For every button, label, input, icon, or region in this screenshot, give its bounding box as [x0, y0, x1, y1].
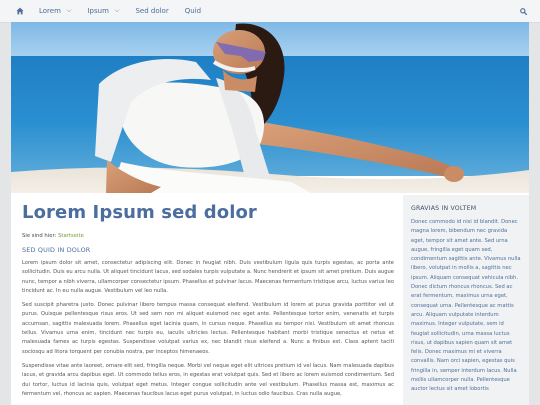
page-title: Lorem Ipsum sed dolor [22, 202, 257, 223]
main-content: Lorem Ipsum sed dolor Sie sind hier: Sta… [22, 202, 394, 405]
nav-item-lorem[interactable]: Lorem ⌵ [31, 0, 79, 22]
sidebar-title: GRAVIAS IN VOLTEM [411, 205, 477, 212]
breadcrumb: Sie sind hier: Startseite [22, 233, 394, 239]
sidebar: GRAVIAS IN VOLTEM Donec commodo id nisi … [403, 195, 529, 405]
breadcrumb-link-startseite[interactable]: Startseite [58, 233, 84, 239]
nav-item-label: Lorem [39, 7, 61, 15]
nav-item-ipsum[interactable]: Ipsum ⌵ [79, 0, 127, 22]
nav-item-label: Quid [184, 7, 202, 15]
breadcrumb-prefix: Sie sind hier: [22, 233, 59, 239]
hero-image [11, 22, 529, 193]
nav-item-label: Sed dolor [135, 7, 169, 15]
content-paragraph: Suspendisse vitae ante laoreet, ornare e… [22, 362, 394, 397]
sidebar-text: Donec commodo id nisi id blandit. Donec … [411, 219, 521, 393]
beach-hero-photo [11, 22, 529, 193]
content-paragraph: Lorem ipsum dolor sit amet, consectetur … [22, 260, 394, 294]
home-icon [16, 7, 24, 15]
nav-item-label: Ipsum [87, 7, 109, 15]
home-button[interactable] [9, 0, 31, 22]
search-icon [520, 7, 527, 15]
top-navigation-bar: Lorem ⌵ Ipsum ⌵ Sed dolor Quid [0, 0, 540, 23]
chevron-down-icon: ⌵ [114, 7, 120, 14]
nav-item-quid[interactable]: Quid [177, 0, 209, 22]
section-heading: SED QUID IN DOLOR [22, 246, 91, 254]
page-container: Lorem Ipsum sed dolor Sie sind hier: Sta… [11, 22, 529, 405]
search-button[interactable] [520, 0, 527, 22]
nav-item-sed-dolor[interactable]: Sed dolor [127, 0, 176, 22]
content-paragraph: Sed suscipit pharetra justo. Donec pulvi… [22, 302, 394, 355]
chevron-down-icon: ⌵ [66, 7, 72, 14]
